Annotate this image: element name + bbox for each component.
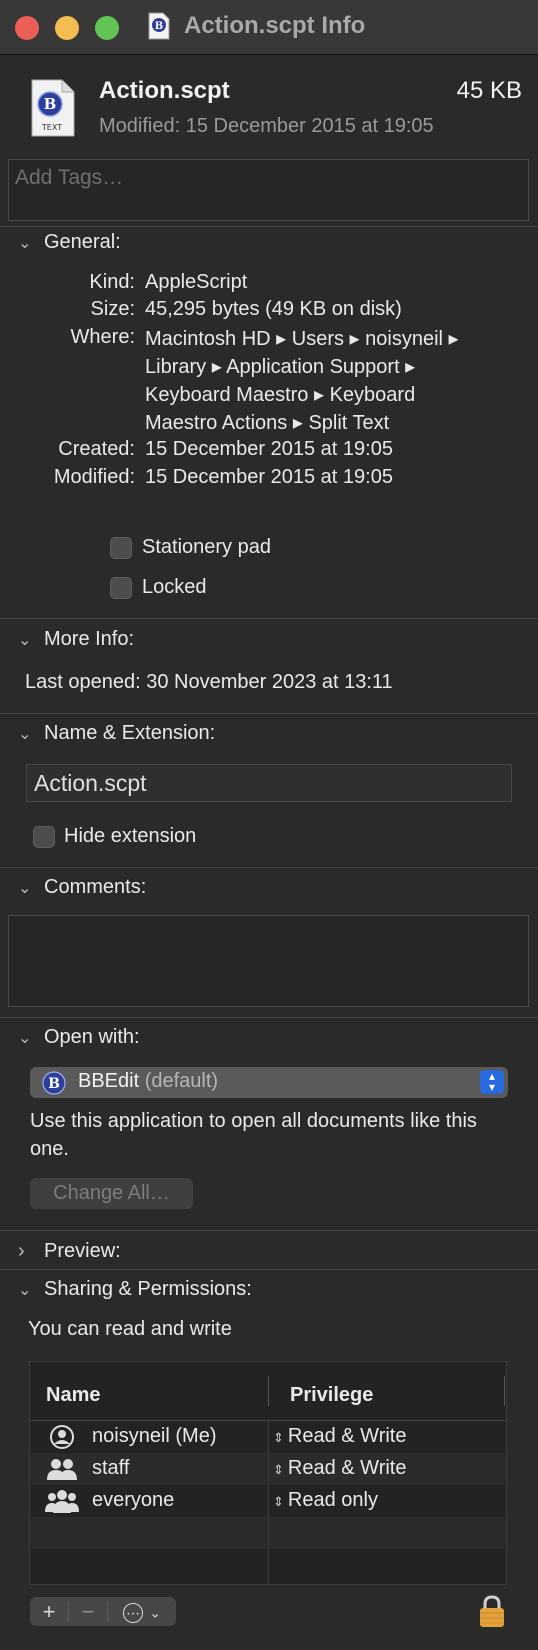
script-file-icon: B (148, 12, 170, 40)
column-separator (268, 1421, 269, 1584)
where-path-line: Maestro Actions ▸ Split Text (145, 412, 390, 434)
where-path-line: Keyboard Maestro ▸ Keyboard (145, 384, 416, 406)
comments-section-header[interactable]: ⌄ Comments: (18, 876, 146, 899)
comments-field[interactable] (8, 915, 529, 1007)
open-with-section-header[interactable]: ⌄ Open with: (18, 1026, 140, 1049)
updown-arrows-icon: ⇕ (273, 1494, 284, 1509)
zoom-button[interactable] (95, 16, 119, 40)
chevron-down-icon: ⌄ (18, 1030, 32, 1047)
stationery-pad-label: Stationery pad (142, 536, 271, 558)
more-info-section-header[interactable]: ⌄ More Info: (18, 628, 134, 651)
permissions-button-bar: + − ⋯ ⌄ (30, 1597, 176, 1626)
ellipsis-icon: ⋯ (123, 1603, 144, 1624)
column-separator (504, 1376, 505, 1406)
size-value: 45,295 bytes (49 KB on disk) (145, 298, 402, 320)
divider (0, 867, 538, 868)
svg-text:B: B (155, 21, 163, 32)
created-label: Created: (58, 438, 135, 460)
file-name: Action.scpt (99, 77, 230, 104)
divider (0, 1017, 538, 1018)
privilege-popup[interactable]: ⇕ Read & Write (273, 1457, 406, 1480)
popup-arrows-icon: ▴ ▾ (480, 1070, 504, 1094)
modified-value: 15 December 2015 at 19:05 (145, 466, 393, 488)
divider (0, 1230, 538, 1231)
chevron-down-icon: ⌄ (18, 235, 32, 252)
sharing-section-header[interactable]: ⌄ Sharing & Permissions: (18, 1278, 252, 1301)
chevron-down-icon: ⌄ (149, 1604, 161, 1621)
bbedit-app-icon: B (42, 1071, 66, 1095)
chevron-down-icon: ⌄ (18, 880, 32, 897)
divider (0, 226, 538, 227)
user-name: noisyneil (Me) (92, 1425, 217, 1447)
group-icon (47, 1459, 77, 1480)
column-separator (268, 1376, 269, 1406)
title-bar: B Action.scpt Info (0, 0, 538, 55)
chevron-down-icon: ⌄ (18, 1282, 32, 1299)
open-with-app-label: BBEdit (default) (78, 1070, 219, 1092)
updown-arrows-icon: ⇕ (273, 1430, 284, 1445)
modified-label: Modified: (53, 466, 135, 488)
divider (0, 1269, 538, 1270)
chevron-down-icon: ⌄ (18, 726, 32, 743)
created-value: 15 December 2015 at 19:05 (145, 438, 393, 460)
minimize-button[interactable] (55, 16, 79, 40)
where-path-line: Library ▸ Application Support ▸ (145, 356, 416, 378)
divider (0, 713, 538, 714)
name-field[interactable]: Action.scpt (26, 764, 512, 802)
document-icon: B TEXT (31, 79, 75, 137)
info-window: B Action.scpt Info B TEXT Action.scpt 45… (0, 0, 538, 1650)
column-header-privilege[interactable]: Privilege (290, 1384, 373, 1407)
name-extension-section-header[interactable]: ⌄ Name & Extension: (18, 722, 215, 745)
preview-section-header[interactable]: › Preview: (18, 1240, 121, 1263)
locked-checkbox[interactable] (110, 577, 132, 599)
everyone-icon (45, 1490, 79, 1513)
privilege-popup[interactable]: ⇕ Read only (273, 1489, 378, 1512)
column-header-name[interactable]: Name (46, 1384, 100, 1407)
hide-extension-checkbox[interactable] (33, 826, 55, 848)
tags-placeholder: Add Tags… (15, 166, 124, 189)
permission-summary: You can read and write (28, 1318, 232, 1340)
where-path-line: Macintosh HD ▸ Users ▸ noisyneil ▸ (145, 328, 459, 350)
svg-text:B: B (48, 1076, 60, 1092)
modified-summary: Modified: 15 December 2015 at 19:05 (99, 115, 434, 137)
open-with-description: Use this application to open all documen… (30, 1110, 477, 1160)
name-field-value: Action.scpt (34, 770, 147, 796)
add-user-button[interactable]: + (30, 1597, 68, 1626)
remove-user-button[interactable]: − (69, 1597, 107, 1626)
general-section-header[interactable]: ⌄ General: (18, 231, 121, 254)
size-label: Size: (90, 298, 135, 320)
svg-text:TEXT: TEXT (41, 123, 62, 132)
user-icon (50, 1425, 74, 1449)
open-with-popup[interactable]: B BBEdit (default) ▴ ▾ (30, 1067, 508, 1098)
updown-arrows-icon: ⇕ (273, 1462, 284, 1477)
chevron-down-icon: ⌄ (18, 632, 32, 649)
last-opened: Last opened: 30 November 2023 at 13:11 (25, 671, 393, 693)
tags-field[interactable]: Add Tags… (8, 159, 529, 221)
privilege-popup[interactable]: ⇕ Read & Write (273, 1425, 406, 1448)
chevron-right-icon: › (18, 1240, 25, 1262)
close-button[interactable] (15, 16, 39, 40)
svg-text:B: B (44, 95, 57, 113)
lock-icon[interactable] (478, 1594, 506, 1628)
kind-value: AppleScript (145, 271, 248, 293)
kind-label: Kind: (89, 271, 135, 293)
hide-extension-label: Hide extension (64, 825, 197, 847)
permissions-table: Name Privilege noisyneil (Me) ⇕ Read & Wr… (29, 1361, 507, 1585)
window-title: Action.scpt Info (184, 12, 366, 39)
change-all-button[interactable]: Change All… (30, 1178, 193, 1209)
file-size: 45 KB (456, 77, 522, 104)
user-name: staff (92, 1457, 130, 1479)
stationery-pad-checkbox[interactable] (110, 537, 132, 559)
where-label: Where: (70, 326, 135, 348)
user-name: everyone (92, 1489, 175, 1511)
locked-label: Locked (142, 576, 207, 598)
divider (0, 618, 538, 619)
action-menu-button[interactable]: ⋯ ⌄ (108, 1597, 176, 1626)
